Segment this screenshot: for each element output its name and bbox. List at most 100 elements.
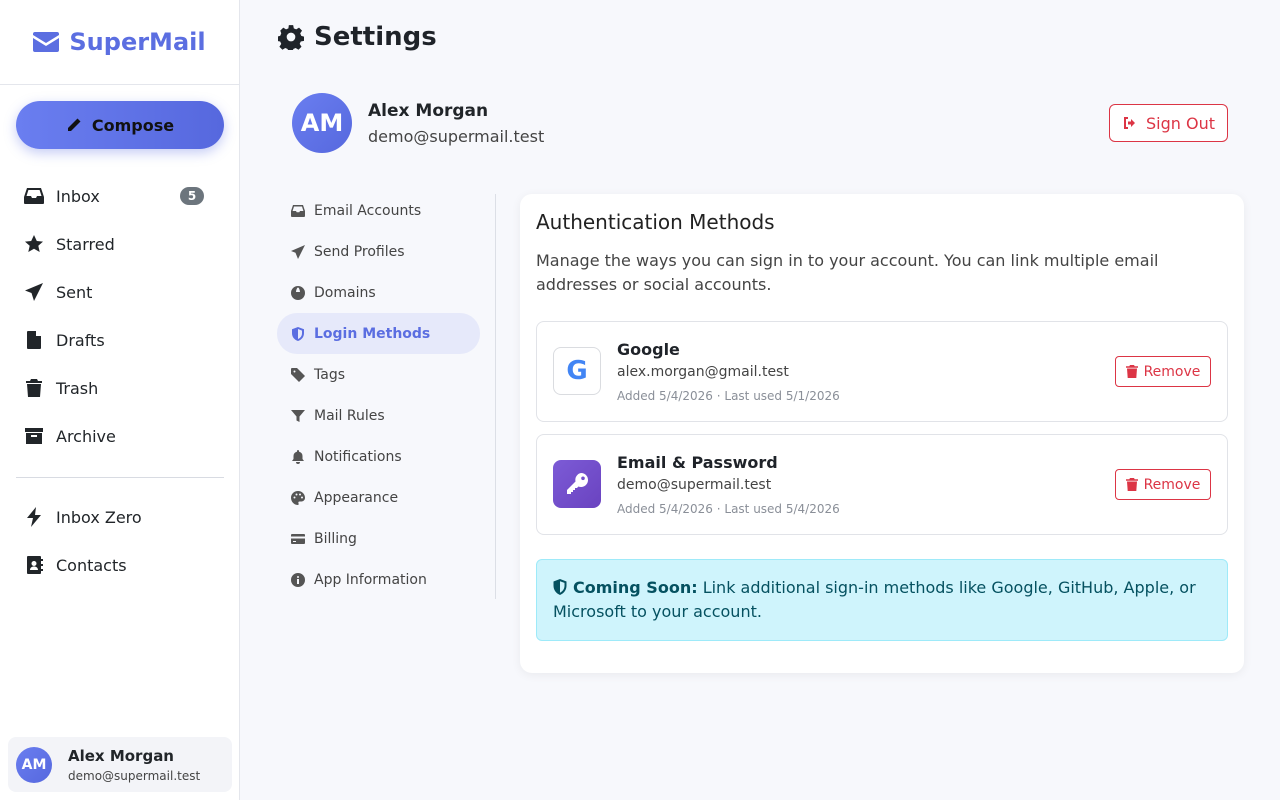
authentication-methods-panel: Authentication Methods Manage the ways y… bbox=[520, 194, 1244, 673]
inbox-icon bbox=[24, 188, 44, 204]
unread-badge: 5 bbox=[180, 187, 204, 205]
compose-button[interactable]: Compose bbox=[16, 101, 224, 149]
envelope-icon bbox=[33, 32, 60, 52]
page-title-text: Settings bbox=[314, 22, 437, 52]
settings-tab-label: App Information bbox=[314, 571, 427, 588]
nav-label: Archive bbox=[56, 426, 116, 446]
file-icon bbox=[27, 331, 41, 349]
nav-item-sent[interactable]: Sent bbox=[16, 268, 224, 316]
avatar: AM bbox=[16, 746, 52, 783]
settings-tab-appearance[interactable]: Appearance bbox=[277, 477, 480, 518]
filter-icon bbox=[291, 409, 305, 422]
shield-icon bbox=[292, 326, 304, 341]
login-method-email-password: Email & Password demo@supermail.test Add… bbox=[536, 434, 1228, 535]
brand-name: SuperMail bbox=[69, 28, 206, 56]
sign-out-label: Sign Out bbox=[1146, 113, 1215, 133]
archive-icon bbox=[25, 428, 43, 444]
method-meta: Added 5/4/2026 · Last used 5/4/2026 bbox=[617, 502, 840, 516]
settings-tab-label: Login Methods bbox=[314, 325, 431, 342]
nav-label: Contacts bbox=[56, 555, 127, 575]
method-email: demo@supermail.test bbox=[617, 477, 772, 493]
notice-title: Coming Soon: bbox=[573, 578, 698, 597]
remove-google-button[interactable]: Remove bbox=[1115, 356, 1211, 387]
settings-tab-billing[interactable]: Billing bbox=[277, 518, 480, 559]
nav-label: Drafts bbox=[56, 330, 105, 350]
sidebar: SuperMail Compose Inbox 5 Starred Sent D… bbox=[0, 0, 240, 800]
settings-tab-app-information[interactable]: App Information bbox=[277, 559, 480, 600]
profile-name: Alex Morgan bbox=[368, 100, 489, 121]
settings-tab-mail-rules[interactable]: Mail Rules bbox=[277, 395, 480, 436]
settings-tab-label: Appearance bbox=[314, 489, 399, 506]
settings-tab-label: Billing bbox=[314, 530, 357, 547]
login-method-google: G Google alex.morgan@gmail.test Added 5/… bbox=[536, 321, 1228, 422]
settings-tab-login-methods[interactable]: Login Methods bbox=[277, 313, 480, 354]
google-logo-letter: G bbox=[566, 356, 588, 386]
settings-tab-label: Domains bbox=[314, 284, 376, 301]
nav-label: Starred bbox=[56, 234, 115, 254]
user-name: Alex Morgan bbox=[68, 746, 174, 765]
nav-item-archive[interactable]: Archive bbox=[16, 412, 224, 460]
paper-plane-icon bbox=[25, 283, 43, 301]
settings-tab-label: Email Accounts bbox=[314, 202, 422, 219]
method-name: Google bbox=[617, 340, 680, 359]
settings-tab-send-profiles[interactable]: Send Profiles bbox=[277, 231, 480, 272]
profile-avatar: AM bbox=[292, 93, 352, 153]
settings-tab-label: Mail Rules bbox=[314, 407, 385, 424]
credit-card-icon bbox=[291, 533, 305, 544]
trash-icon bbox=[26, 379, 42, 397]
remove-email-password-button[interactable]: Remove bbox=[1115, 469, 1211, 500]
page-title: Settings bbox=[278, 22, 437, 52]
profile-header: AM Alex Morgan demo@supermail.test bbox=[292, 93, 544, 153]
pencil-icon bbox=[67, 118, 81, 131]
star-icon bbox=[25, 235, 43, 252]
nav-item-inbox-zero[interactable]: Inbox Zero bbox=[16, 493, 224, 541]
panel-title: Authentication Methods bbox=[536, 210, 775, 234]
nav-item-trash[interactable]: Trash bbox=[16, 364, 224, 412]
google-logo-icon: G bbox=[553, 347, 601, 395]
info-icon bbox=[291, 572, 305, 587]
nav-label: Sent bbox=[56, 282, 93, 302]
trash-icon bbox=[1125, 365, 1138, 378]
coming-soon-notice: Coming Soon: Link additional sign-in met… bbox=[536, 559, 1228, 641]
settings-tab-label: Send Profiles bbox=[314, 243, 405, 260]
nav-label: Trash bbox=[56, 378, 99, 398]
settings-tab-label: Notifications bbox=[314, 448, 402, 465]
profile-email: demo@supermail.test bbox=[368, 126, 545, 146]
trash-icon bbox=[1125, 478, 1138, 491]
main-nav: Inbox 5 Starred Sent Drafts Trash Archiv… bbox=[16, 172, 224, 460]
settings-tab-domains[interactable]: Domains bbox=[277, 272, 480, 313]
user-email: demo@supermail.test bbox=[68, 768, 201, 783]
palette-icon bbox=[291, 490, 305, 505]
panel-description: Manage the ways you can sign in to your … bbox=[536, 251, 1159, 294]
key-logo bbox=[553, 460, 601, 508]
address-book-icon bbox=[27, 556, 43, 574]
nav-divider bbox=[16, 477, 224, 478]
bolt-icon bbox=[27, 507, 41, 527]
nav-label: Inbox bbox=[56, 186, 100, 206]
method-name: Email & Password bbox=[617, 453, 778, 472]
settings-nav: Email Accounts Send Profiles Domains Log… bbox=[277, 190, 480, 600]
settings-tab-notifications[interactable]: Notifications bbox=[277, 436, 480, 477]
globe-icon bbox=[291, 285, 305, 300]
settings-nav-divider bbox=[495, 194, 496, 599]
sidebar-user-card[interactable]: AM Alex Morgan demo@supermail.test bbox=[8, 737, 232, 792]
nav-item-drafts[interactable]: Drafts bbox=[16, 316, 224, 364]
settings-tab-label: Tags bbox=[314, 366, 345, 383]
sign-out-button[interactable]: Sign Out bbox=[1109, 104, 1228, 142]
nav-item-inbox[interactable]: Inbox 5 bbox=[16, 172, 224, 220]
settings-tab-email-accounts[interactable]: Email Accounts bbox=[277, 190, 480, 231]
method-meta: Added 5/4/2026 · Last used 5/1/2026 bbox=[617, 389, 840, 403]
inbox-icon bbox=[291, 204, 305, 217]
nav-label: Inbox Zero bbox=[56, 507, 142, 527]
method-email: alex.morgan@gmail.test bbox=[617, 364, 789, 380]
sign-out-icon bbox=[1124, 117, 1135, 129]
key-icon bbox=[567, 473, 588, 494]
brand[interactable]: SuperMail bbox=[0, 0, 239, 85]
paper-plane-icon bbox=[291, 244, 305, 259]
compose-label: Compose bbox=[91, 115, 175, 135]
nav-item-starred[interactable]: Starred bbox=[16, 220, 224, 268]
gear-icon bbox=[278, 25, 304, 50]
nav-item-contacts[interactable]: Contacts bbox=[16, 541, 224, 589]
settings-tab-tags[interactable]: Tags bbox=[277, 354, 480, 395]
secondary-nav: Inbox Zero Contacts bbox=[16, 493, 224, 589]
